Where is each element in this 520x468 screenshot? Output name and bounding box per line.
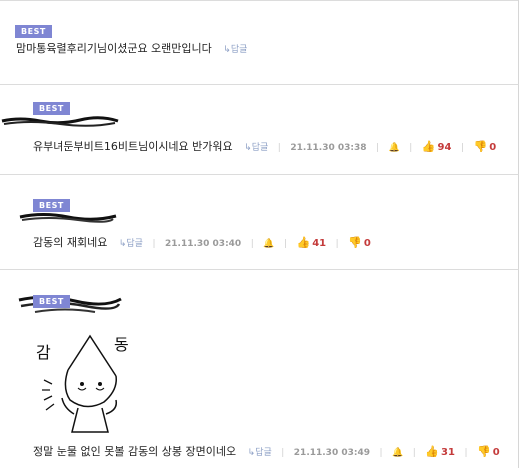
separator: |	[335, 239, 339, 249]
comment-date: 21.11.30 03:49	[293, 448, 370, 458]
redacted-nickname-scribble	[18, 295, 122, 313]
separator: |	[464, 448, 468, 458]
dislike-button[interactable]: 👎 0	[477, 445, 500, 458]
dislike-count: 0	[492, 447, 500, 458]
comment-text: 감동의 재회네요	[33, 236, 108, 249]
separator: |	[283, 239, 288, 249]
separator: |	[152, 239, 156, 249]
comment-item: BEST 감동의 재회네요 ↳답글 | 21.11.30 03:40 | 🔔 |…	[0, 175, 519, 270]
dislike-count: 0	[363, 238, 371, 249]
separator: |	[277, 143, 281, 153]
thumbs-up-icon: 👍	[296, 236, 311, 249]
thumbs-up-icon: 👍	[425, 445, 440, 458]
separator: |	[250, 239, 254, 249]
image-caption-right: 동	[114, 335, 129, 354]
reply-arrow-icon: ↳	[223, 45, 231, 55]
best-badge: BEST	[33, 295, 70, 308]
separator: |	[460, 143, 464, 153]
dislike-button[interactable]: 👎 0	[474, 140, 497, 153]
best-badge: BEST	[33, 102, 70, 115]
dislike-button[interactable]: 👎 0	[348, 236, 371, 249]
like-count: 41	[312, 238, 327, 249]
separator: |	[379, 448, 383, 458]
comment-item: BEST 맘마통육렬후리기님이셨군요 오랜만입니다 ↳답글	[0, 0, 519, 85]
reply-label: 답글	[255, 448, 272, 458]
separator: |	[376, 143, 380, 153]
like-button[interactable]: 👍 41	[297, 236, 327, 249]
reply-button[interactable]: ↳답글	[248, 448, 272, 458]
report-bell-icon[interactable]: 🔔	[263, 239, 274, 249]
attached-image[interactable]: 감 동	[28, 328, 148, 438]
separator: |	[412, 448, 416, 458]
separator: |	[409, 143, 413, 153]
like-button[interactable]: 👍 94	[422, 140, 452, 153]
like-count: 31	[441, 447, 455, 458]
redacted-nickname-scribble	[1, 116, 119, 127]
comment-line: 유부녀둔부비트16비트님이시네요 반가워요 ↳답글 | 21.11.30 03:…	[33, 138, 496, 154]
comment-line: 맘마통육렬후리기님이셨군요 오랜만입니다 ↳답글	[16, 40, 247, 56]
thumbs-down-icon: 👎	[476, 445, 491, 458]
thumbs-down-icon: 👎	[473, 140, 488, 153]
thumbs-down-icon: 👎	[348, 236, 362, 249]
best-badge: BEST	[15, 25, 52, 38]
comment-text: 정말 눈물 없인 못볼 감동의 상봉 장면이네오	[33, 445, 237, 458]
comment-line: 정말 눈물 없인 못볼 감동의 상봉 장면이네오 ↳답글 | 21.11.30 …	[33, 443, 500, 459]
reply-button[interactable]: ↳답글	[244, 143, 268, 153]
dislike-count: 0	[489, 142, 497, 153]
comment-item: BEST 유부녀둔부비트16비트님이시네요 반가워요 ↳답글 | 21.11.3…	[0, 85, 519, 175]
comment-item: BEST 감 동 정말 눈물 없인 못볼 감동의 상봉 장면이네오 ↳답글 | …	[0, 270, 519, 468]
best-badge: BEST	[33, 199, 70, 212]
separator: |	[281, 448, 285, 458]
report-bell-icon[interactable]: 🔔	[392, 448, 403, 458]
comment-text: 유부녀둔부비트16비트님이시네요 반가워요	[33, 140, 233, 153]
redacted-nickname-scribble	[19, 213, 117, 223]
comment-date: 21.11.30 03:38	[290, 143, 367, 153]
reply-label: 답글	[251, 143, 269, 153]
crying-character-drawing: 감 동	[36, 334, 129, 433]
comment-line: 감동의 재회네요 ↳답글 | 21.11.30 03:40 | 🔔 | 👍 41 …	[33, 234, 371, 250]
reply-button[interactable]: ↳답글	[223, 45, 247, 55]
reply-label: 답글	[230, 45, 248, 55]
thumbs-up-icon: 👍	[421, 140, 436, 153]
reply-arrow-icon: ↳	[244, 143, 252, 153]
image-caption-left: 감	[36, 343, 51, 362]
like-count: 94	[437, 142, 452, 153]
comment-list: BEST 맘마통육렬후리기님이셨군요 오랜만입니다 ↳답글 BEST 유부녀둔부…	[0, 0, 520, 468]
report-bell-icon[interactable]: 🔔	[389, 143, 400, 153]
reply-button[interactable]: ↳답글	[119, 239, 143, 249]
comment-text: 맘마통육렬후리기님이셨군요 오랜만입니다	[16, 42, 212, 55]
reply-label: 답글	[126, 239, 143, 249]
like-button[interactable]: 👍 31	[425, 445, 455, 458]
comment-date: 21.11.30 03:40	[165, 239, 242, 249]
